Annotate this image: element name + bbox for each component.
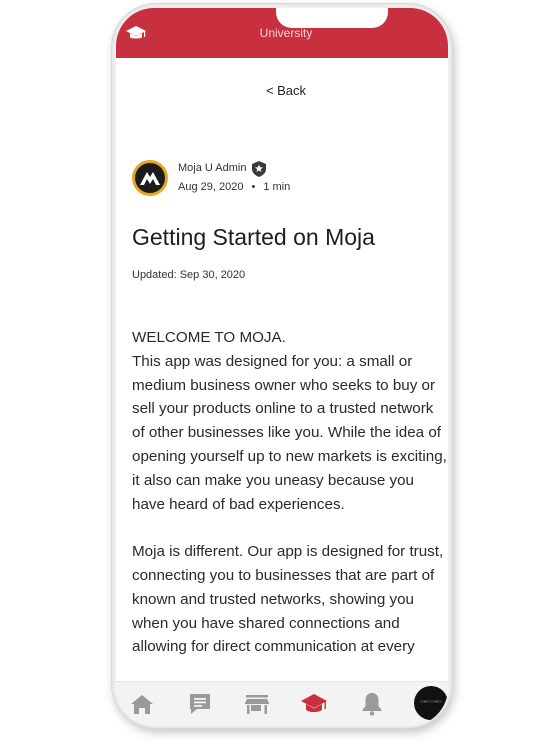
post-title: Getting Started on Moja xyxy=(132,224,375,250)
updated-date: Updated: Sep 30, 2020 xyxy=(132,269,246,281)
body-paragraph-2: Moja is different. Our app is designed f… xyxy=(132,543,444,656)
app-screen: University < Back Moja U Admin Aug 29, 2… xyxy=(116,8,448,726)
author-name[interactable]: Moja U Admin xyxy=(178,162,246,174)
admin-badge-icon xyxy=(252,161,266,177)
topbar-title: University xyxy=(259,26,313,40)
back-link[interactable]: < Back xyxy=(116,83,448,98)
camera-notch xyxy=(276,8,388,28)
mountain-logo-icon xyxy=(140,172,160,185)
post-date: Aug 29, 2020 xyxy=(178,181,244,193)
body-paragraph-1: This app was designed for you: a small o… xyxy=(132,352,447,513)
graduation-cap-icon[interactable] xyxy=(300,690,328,718)
bottom-nav xyxy=(116,681,448,726)
bell-icon[interactable] xyxy=(358,690,386,718)
profile-image xyxy=(420,700,442,703)
read-time: 1 min xyxy=(263,181,291,193)
post-body: WELCOME TO MOJA. This app was designed f… xyxy=(132,326,448,659)
chat-icon[interactable] xyxy=(186,690,214,718)
author-avatar[interactable] xyxy=(132,160,168,196)
body-heading: WELCOME TO MOJA. xyxy=(132,329,286,346)
store-icon[interactable] xyxy=(243,690,271,718)
home-icon[interactable] xyxy=(128,690,156,718)
profile-avatar[interactable] xyxy=(414,686,448,720)
post-meta: Aug 29, 2020 • 1 min xyxy=(178,181,290,193)
meta-separator: • xyxy=(251,181,256,193)
